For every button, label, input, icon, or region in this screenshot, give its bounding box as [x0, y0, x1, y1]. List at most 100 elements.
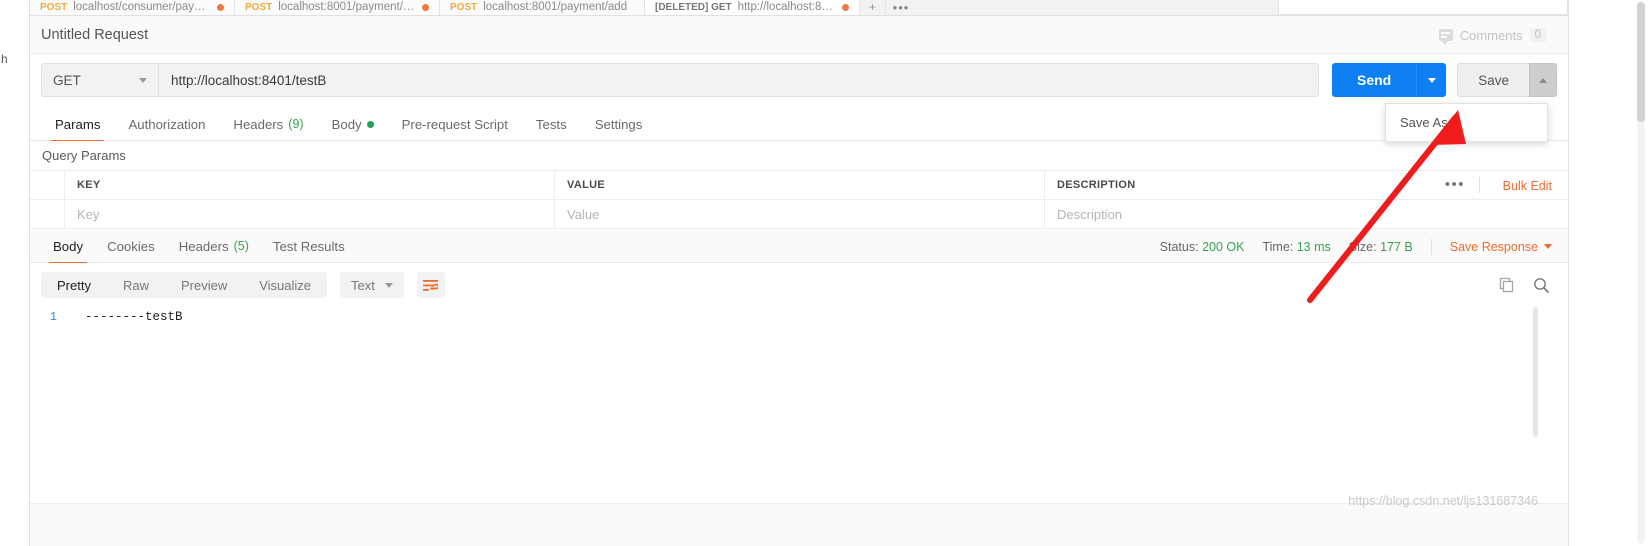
- divider: [1430, 238, 1432, 255]
- bottom-status-bar: [30, 503, 1568, 546]
- tab-label: Pre-request Script: [401, 116, 508, 132]
- tab-body[interactable]: Body: [318, 108, 388, 141]
- tab-overflow-button[interactable]: •••: [886, 0, 916, 15]
- column-header-key: KEY: [77, 179, 101, 191]
- cell-value-input[interactable]: Value: [555, 200, 1045, 228]
- description-placeholder: Description: [1057, 206, 1123, 222]
- time-value: 13 ms: [1296, 239, 1331, 254]
- tab-label: Headers: [178, 238, 229, 254]
- url-bar-row: GET http://localhost:8401/testB Send Sav…: [30, 55, 1568, 105]
- request-tab-url: http://localhost:8401...: [737, 1, 836, 13]
- tab-headers[interactable]: Headers (9): [219, 108, 317, 141]
- http-method-select[interactable]: GET: [41, 63, 158, 97]
- chevron-up-icon: [1539, 77, 1547, 83]
- save-button[interactable]: Save: [1457, 63, 1529, 97]
- http-method-value: GET: [53, 72, 81, 88]
- header-cell-value: VALUE: [555, 171, 1045, 199]
- body-present-dot-icon: [366, 120, 374, 128]
- left-sidebar-rail: h: [0, 0, 30, 546]
- send-button-group: Send: [1331, 63, 1447, 97]
- comments-label: Comments: [1459, 27, 1523, 43]
- right-sidebar-rail: [1568, 0, 1648, 546]
- tab-authorization[interactable]: Authorization: [114, 108, 219, 141]
- header-cell-description: DESCRIPTION ••• Bulk Edit: [1045, 171, 1568, 199]
- request-tab-method: POST: [450, 1, 478, 13]
- value-placeholder: Value: [567, 206, 600, 222]
- save-options-button[interactable]: [1529, 63, 1557, 97]
- request-tab-method: POST: [245, 1, 273, 13]
- header-cell-checkbox: [30, 171, 65, 199]
- tab-pre-request-script[interactable]: Pre-request Script: [388, 108, 522, 141]
- viewer-action-buttons: [1499, 263, 1550, 307]
- cell-key-input[interactable]: Key: [65, 200, 555, 228]
- tab-label: Authorization: [128, 116, 206, 132]
- request-tab-url: localhost/consumer/payment...: [73, 1, 211, 13]
- response-body-viewer[interactable]: 1 --------testB: [30, 307, 1568, 503]
- chevron-down-icon: [384, 282, 393, 288]
- response-meta: Status: 200 OK Time: 13 ms Size: 177 B S…: [1160, 230, 1552, 263]
- request-tab-url: localhost:8001/payment/add: [483, 1, 628, 13]
- bulk-edit-button[interactable]: Bulk Edit: [1503, 179, 1552, 193]
- format-raw-button[interactable]: Raw: [107, 272, 165, 298]
- comment-icon: [1438, 29, 1453, 45]
- response-tab-headers[interactable]: Headers (5): [167, 230, 261, 263]
- comments-button[interactable]: Comments 0: [1438, 16, 1546, 54]
- format-visualize-button[interactable]: Visualize: [243, 272, 327, 298]
- params-more-options-button[interactable]: •••: [1445, 177, 1465, 192]
- request-tab[interactable]: POST localhost:8001/payment/add: [440, 0, 645, 15]
- search-icon[interactable]: [1533, 277, 1550, 294]
- request-tab[interactable]: POST localhost/consumer/payment...: [30, 0, 235, 15]
- cell-description-input[interactable]: Description: [1045, 200, 1568, 228]
- size-label: Size:: [1348, 239, 1377, 254]
- format-pretty-button[interactable]: Pretty: [41, 272, 107, 298]
- request-tab-active[interactable]: [DELETED] GET http://localhost:8401...: [645, 0, 860, 15]
- column-header-value: VALUE: [567, 179, 605, 191]
- response-tab-test-results[interactable]: Test Results: [261, 230, 357, 263]
- tab-count: (5): [233, 239, 249, 253]
- comments-count-badge: 0: [1529, 28, 1546, 42]
- unsaved-dot-icon: [422, 3, 429, 11]
- save-dropdown-menu[interactable]: Save As...: [1385, 103, 1548, 142]
- request-tab-method: [DELETED] GET: [655, 1, 732, 13]
- tab-tests[interactable]: Tests: [522, 108, 581, 141]
- language-value: Text: [351, 277, 375, 293]
- postman-app: POST localhost/consumer/payment... POST …: [30, 0, 1568, 546]
- tab-label: Headers: [233, 116, 284, 132]
- format-toggle-group: Pretty Raw Preview Visualize: [41, 272, 328, 298]
- word-wrap-icon: [423, 279, 439, 291]
- tab-params[interactable]: Params: [41, 108, 114, 142]
- row-checkbox[interactable]: [30, 200, 65, 228]
- menu-item-save-as[interactable]: Save As...: [1386, 111, 1547, 134]
- send-options-button[interactable]: [1416, 63, 1447, 97]
- word-wrap-toggle[interactable]: [416, 272, 445, 298]
- language-select[interactable]: Text: [340, 272, 404, 298]
- response-scrollbar-thumb[interactable]: [1533, 307, 1538, 437]
- send-button[interactable]: Send: [1331, 63, 1417, 97]
- table-row[interactable]: Key Value Description: [30, 200, 1568, 229]
- save-response-button[interactable]: Save Response: [1450, 240, 1552, 254]
- tab-label: Settings: [594, 116, 643, 132]
- table-header-row: KEY VALUE DESCRIPTION ••• Bulk Edit: [30, 171, 1568, 200]
- status-value: 200 OK: [1202, 239, 1245, 254]
- new-tab-button[interactable]: +: [860, 0, 886, 15]
- chevron-down-icon: [1427, 77, 1436, 83]
- tab-label: Body: [53, 238, 84, 254]
- response-tab-body[interactable]: Body: [41, 230, 95, 264]
- save-response-label: Save Response: [1449, 239, 1538, 254]
- response-body-line: --------testB: [85, 310, 183, 324]
- request-tab[interactable]: POST localhost:8001/payment/add: [235, 0, 440, 15]
- size-badge: Size: 177 B: [1349, 240, 1413, 254]
- unsaved-dot-icon: [217, 3, 224, 11]
- page-title: Untitled Request: [41, 26, 149, 43]
- page-scrollbar-thumb[interactable]: [1637, 2, 1645, 122]
- request-tab-url: localhost:8001/payment/add: [278, 1, 416, 13]
- tab-settings[interactable]: Settings: [581, 108, 657, 141]
- url-input[interactable]: http://localhost:8401/testB: [158, 63, 1319, 97]
- format-preview-button[interactable]: Preview: [165, 272, 243, 298]
- copy-icon[interactable]: [1499, 277, 1515, 293]
- tab-label: Body: [331, 116, 362, 132]
- response-tab-cookies[interactable]: Cookies: [95, 230, 167, 263]
- tab-label: Tests: [535, 116, 567, 132]
- response-viewer-toolbar: Pretty Raw Preview Visualize Text: [30, 263, 1568, 307]
- unsaved-dot-icon: [842, 3, 849, 11]
